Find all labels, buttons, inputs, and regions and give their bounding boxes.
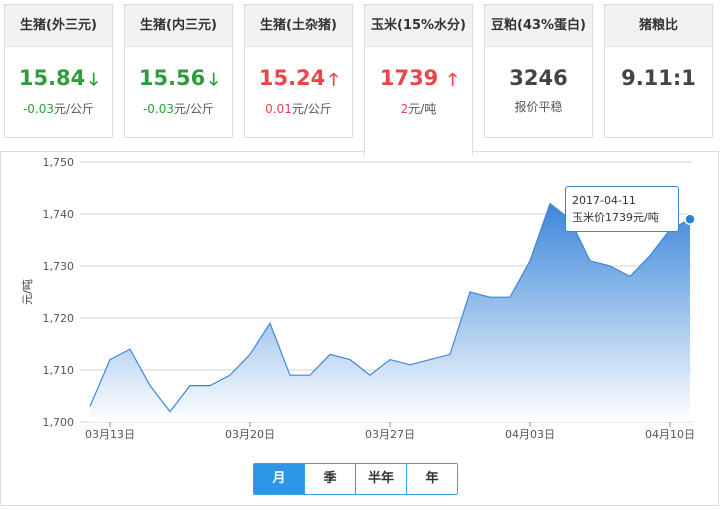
card-title: 玉米(15%水分) <box>365 5 472 47</box>
x-tick-label: 04月10日 <box>645 428 695 441</box>
y-axis: 1,700 1,710 1,720 1,730 1,740 1,750 <box>43 156 75 429</box>
card-change: 2元/吨 <box>365 100 472 117</box>
range-button-month[interactable]: 月 <box>254 464 304 494</box>
tooltip-text: 玉米价1739元/吨 <box>572 211 659 224</box>
value-text: 1739 <box>379 66 439 90</box>
range-button-quarter[interactable]: 季 <box>304 464 355 494</box>
y-tick-label: 1,720 <box>43 312 75 325</box>
range-selector: 月 季 半年 年 <box>253 463 458 495</box>
y-tick-label: 1,730 <box>43 260 75 273</box>
price-area <box>90 203 690 422</box>
change-unit: 元/吨 <box>408 102 437 116</box>
x-tick-label: 04月03日 <box>505 428 555 441</box>
card-corn[interactable]: 玉米(15%水分) 1739 🡑 2元/吨 <box>364 4 473 155</box>
y-tick-label: 1,750 <box>43 156 75 169</box>
y-tick-label: 1,710 <box>43 364 75 377</box>
x-tick-label: 03月13日 <box>85 428 135 441</box>
price-chart: 1,700 1,710 1,720 1,730 1,740 1,750 元/吨 03月13… <box>21 156 696 441</box>
range-button-half-year[interactable]: 半年 <box>355 464 406 494</box>
tooltip-date: 2017-04-11 <box>572 194 636 207</box>
card-value: 1739 🡑 <box>365 65 472 93</box>
highlighted-point[interactable] <box>684 213 696 225</box>
chart-tooltip: 2017-04-11 玉米价1739元/吨 <box>565 186 679 232</box>
x-tick-label: 03月20日 <box>225 428 275 441</box>
range-button-year[interactable]: 年 <box>406 464 457 494</box>
y-axis-label: 元/吨 <box>21 279 34 305</box>
arrow-up-icon: 🡑 <box>448 70 458 90</box>
data-points <box>684 213 696 225</box>
y-tick-label: 1,740 <box>43 208 75 221</box>
x-axis: 03月13日 03月20日 03月27日 04月03日 04月10日 <box>85 422 695 441</box>
y-tick-label: 1,700 <box>43 416 75 429</box>
x-tick-label: 03月27日 <box>365 428 415 441</box>
